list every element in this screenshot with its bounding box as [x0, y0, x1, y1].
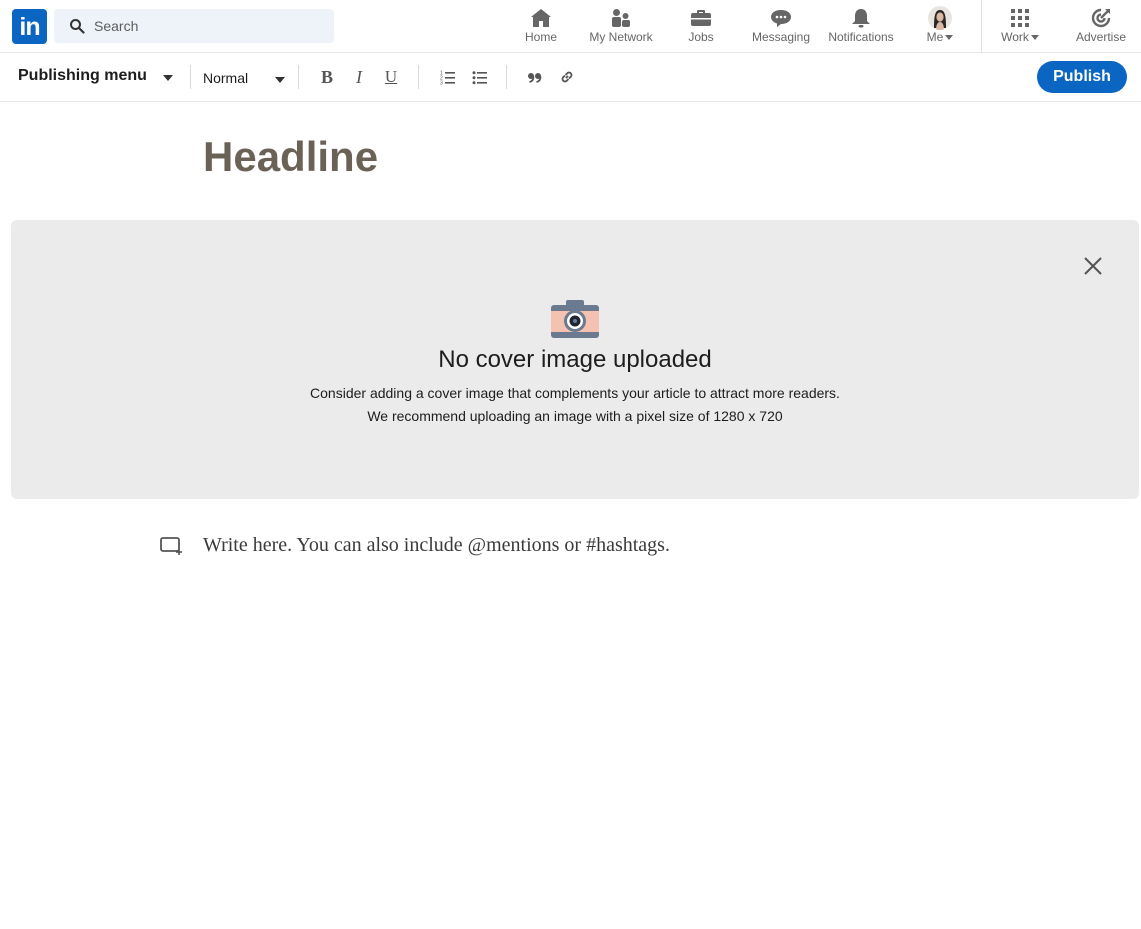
- nav-jobs-label: Jobs: [688, 30, 714, 44]
- toolbar-divider: [418, 65, 419, 89]
- headline-input[interactable]: Headline: [203, 133, 378, 181]
- nav-work-label: Work: [990, 30, 1050, 44]
- numbered-list-icon: 1 2 3: [440, 71, 455, 86]
- cover-image-panel[interactable]: No cover image uploaded Consider adding …: [11, 220, 1139, 499]
- search-input[interactable]: [94, 9, 324, 43]
- cover-size-hint: We recommend uploading an image with a p…: [367, 408, 783, 424]
- quote-button[interactable]: [523, 65, 547, 89]
- people-icon: [612, 9, 630, 27]
- toolbar-divider: [190, 65, 191, 89]
- cover-title: No cover image uploaded: [438, 346, 712, 373]
- global-nav: in Home My Network Jobs: [0, 0, 1141, 53]
- svg-text:3: 3: [440, 81, 443, 86]
- text-style-select[interactable]: Normal: [203, 70, 248, 86]
- home-icon: [531, 9, 551, 27]
- bell-icon: [852, 9, 870, 28]
- camera-icon: [551, 300, 599, 338]
- chat-icon: [771, 10, 791, 27]
- avatar: [928, 6, 952, 30]
- quote-icon: [528, 73, 542, 83]
- close-icon[interactable]: [1082, 255, 1104, 277]
- nav-me[interactable]: Me: [911, 0, 969, 53]
- add-media-icon[interactable]: [159, 535, 185, 557]
- nav-me-label: Me: [911, 30, 969, 44]
- toolbar-divider: [506, 65, 507, 89]
- nav-advertise-label: Advertise: [1075, 30, 1127, 44]
- nav-notifications[interactable]: Notifications: [823, 0, 899, 53]
- nav-messaging-label: Messaging: [751, 30, 811, 44]
- linkedin-logo[interactable]: in: [12, 9, 47, 44]
- bulleted-list-button[interactable]: [468, 65, 492, 89]
- nav-home-label: Home: [524, 30, 557, 44]
- nav-divider: [981, 0, 982, 53]
- chevron-down-icon: [1030, 35, 1039, 41]
- nav-notifications-label: Notifications: [828, 30, 894, 44]
- nav-jobs[interactable]: Jobs: [671, 0, 731, 53]
- publish-button[interactable]: Publish: [1037, 61, 1127, 93]
- chevron-down-icon[interactable]: [163, 75, 173, 81]
- nav-home[interactable]: Home: [511, 0, 571, 53]
- nav-advertise[interactable]: Advertise: [1066, 0, 1136, 53]
- target-icon: [1091, 8, 1111, 28]
- article-body-input[interactable]: Write here. You can also include @mentio…: [203, 534, 670, 557]
- nav-my-network[interactable]: My Network: [583, 0, 659, 53]
- toolbar-divider: [298, 65, 299, 89]
- nav-messaging[interactable]: Messaging: [745, 0, 817, 53]
- chevron-down-icon[interactable]: [275, 77, 285, 83]
- italic-button[interactable]: I: [347, 65, 371, 89]
- editor-toolbar: Publishing menu Normal B I U 1 2 3 Publi…: [0, 53, 1141, 102]
- link-button[interactable]: [555, 65, 579, 89]
- chevron-down-icon: [945, 35, 954, 41]
- search-icon: [70, 19, 85, 34]
- briefcase-icon: [691, 10, 711, 26]
- nav-work[interactable]: Work: [990, 0, 1050, 53]
- search-box[interactable]: [54, 9, 334, 43]
- bold-button[interactable]: B: [315, 65, 339, 89]
- bulleted-list-icon: [472, 71, 487, 85]
- link-icon: [561, 71, 573, 83]
- nav-my-network-label: My Network: [589, 30, 653, 44]
- cover-description: Consider adding a cover image that compl…: [310, 385, 840, 401]
- grid-icon: [1011, 9, 1029, 27]
- underline-button[interactable]: U: [379, 65, 403, 89]
- publishing-menu-button[interactable]: Publishing menu: [18, 67, 147, 85]
- numbered-list-button[interactable]: 1 2 3: [436, 65, 460, 89]
